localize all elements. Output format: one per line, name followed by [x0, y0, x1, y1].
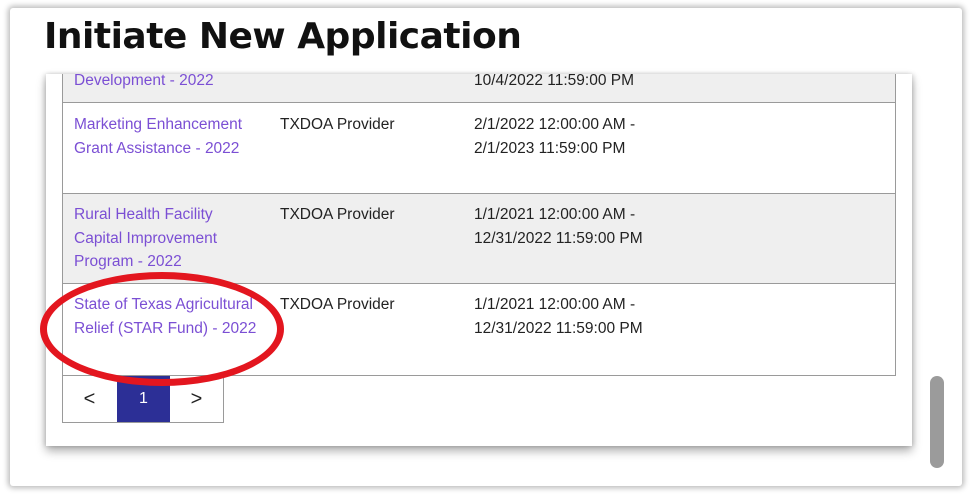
program-link[interactable]: State of Texas Agricultural Relief (STAR… — [74, 293, 266, 340]
program-dates: 1/1/2021 12:00:00 AM - 12/31/2022 11:59:… — [474, 206, 643, 247]
prev-page-button[interactable]: < — [63, 376, 116, 422]
program-role: TXDOA Provider — [280, 296, 395, 313]
table-row: State of Texas Agricultural Relief (STAR… — [63, 284, 895, 376]
program-link[interactable]: Development - 2022 — [74, 74, 244, 93]
table-row: Development - 2022 10/4/2022 11:59:00 PM — [63, 74, 895, 103]
program-link[interactable]: Marketing Enhancement Grant Assistance -… — [74, 113, 250, 160]
pagination: < 1 > — [62, 376, 224, 423]
application-table: Development - 2022 10/4/2022 11:59:00 PM… — [62, 74, 896, 376]
program-link[interactable]: Rural Health Facility Capital Improvemen… — [74, 203, 250, 274]
program-role: TXDOA Provider — [280, 116, 395, 133]
next-page-button[interactable]: > — [170, 376, 223, 422]
chevron-right-icon: > — [190, 387, 203, 410]
scrollbar-thumb[interactable] — [930, 376, 944, 468]
table-row: Rural Health Facility Capital Improvemen… — [63, 194, 895, 284]
program-dates: 1/1/2021 12:00:00 AM - 12/31/2022 11:59:… — [474, 296, 643, 337]
program-role: TXDOA Provider — [280, 206, 395, 223]
program-dates: 10/4/2022 11:59:00 PM — [474, 74, 635, 89]
table-row: Marketing Enhancement Grant Assistance -… — [63, 103, 895, 194]
page-title: Initiate New Application — [44, 16, 522, 57]
page-1-button[interactable]: 1 — [117, 376, 170, 422]
chevron-left-icon: < — [83, 387, 96, 410]
program-dates: 2/1/2022 12:00:00 AM - 2/1/2023 11:59:00… — [474, 116, 636, 157]
